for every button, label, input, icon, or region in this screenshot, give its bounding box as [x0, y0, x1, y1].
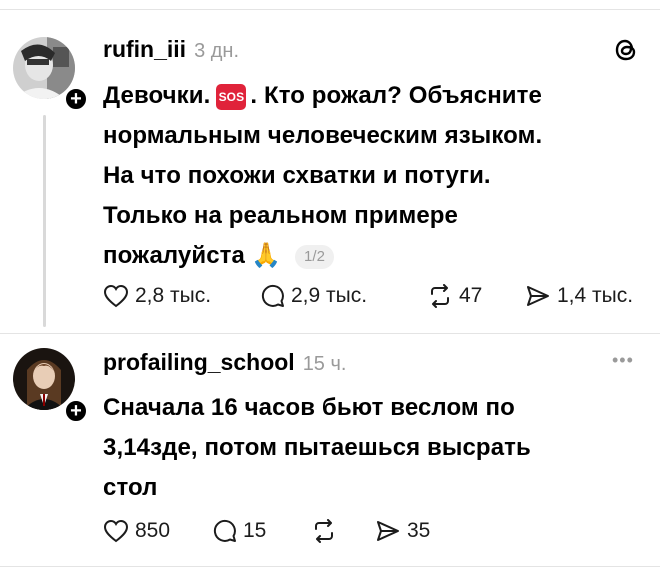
comment-button[interactable]: 15: [213, 519, 311, 543]
timestamp: 15 ч.: [302, 353, 347, 375]
bottom-divider: [0, 566, 660, 567]
post-header: profailing_school 15 ч.: [103, 349, 346, 376]
text-line: стол: [103, 474, 158, 501]
heart-icon: [103, 519, 129, 543]
like-count: 850: [135, 519, 171, 542]
text-line: Сначала 16 часов бьют веслом по: [103, 394, 515, 421]
follow-plus-button[interactable]: +: [63, 398, 89, 424]
avatar[interactable]: [13, 348, 75, 410]
share-count: 35: [407, 519, 431, 542]
comment-count: 15: [243, 519, 267, 542]
share-icon: [377, 521, 399, 541]
repost-button[interactable]: [311, 519, 375, 543]
post-text: Сначала 16 часов бьют веслом по 3,14зде,…: [103, 388, 531, 508]
username[interactable]: profailing_school: [103, 349, 295, 376]
action-bar: 850 15 35: [103, 519, 430, 543]
text-line: 3,14зде, потом пытаешься высрать: [103, 434, 531, 461]
more-icon[interactable]: •••: [612, 350, 634, 371]
comment-icon: [213, 519, 236, 542]
like-button[interactable]: 850: [103, 519, 213, 543]
post-2: + profailing_school 15 ч. ••• Сначала 16…: [0, 0, 660, 572]
repost-icon: [315, 519, 333, 543]
share-button[interactable]: 35: [375, 519, 430, 543]
